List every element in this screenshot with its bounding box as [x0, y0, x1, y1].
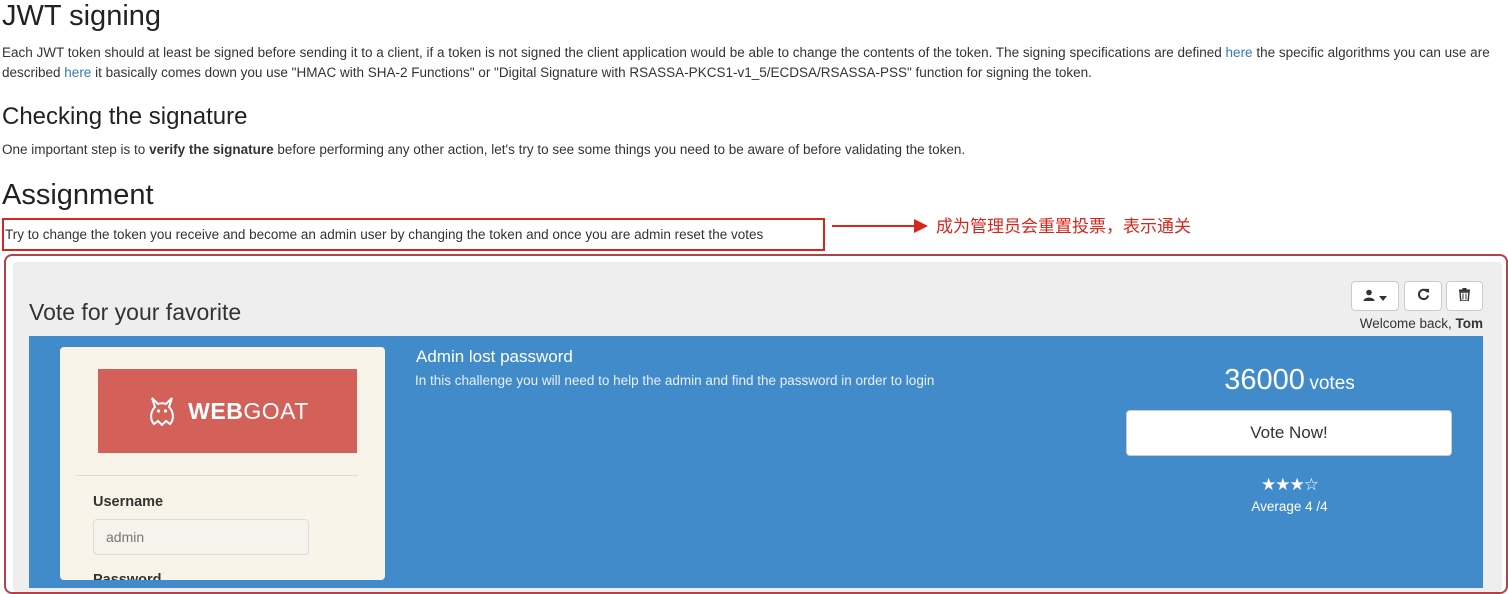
- refresh-icon: [1417, 288, 1430, 304]
- password-label-clip: Password: [60, 570, 385, 580]
- password-label: Password: [93, 572, 162, 580]
- welcome-message: Welcome back, Tom: [1359, 316, 1484, 331]
- user-menu-button[interactable]: [1351, 281, 1399, 311]
- checking-signature-paragraph: One important step is to verify the sign…: [2, 142, 966, 157]
- challenge-description: In this challenge you will need to help …: [415, 373, 935, 388]
- rating-stars[interactable]: ★★★☆: [1127, 475, 1452, 495]
- user-icon: [1363, 288, 1375, 304]
- username-label: Username: [93, 494, 164, 510]
- section-title-jwt-signing: JWT signing: [2, 0, 162, 32]
- vote-count-unit: votes: [1309, 373, 1355, 394]
- annotation-arrow-head: [914, 219, 928, 233]
- challenge-title: Admin lost password: [416, 347, 573, 366]
- vote-count-number: 36000: [1224, 364, 1305, 396]
- algorithms-link[interactable]: here: [64, 65, 91, 80]
- vote-count: 36000 votes: [1127, 364, 1452, 397]
- assignment-text: Try to change the token you receive and …: [5, 227, 764, 242]
- annotation-arrow-line: [832, 225, 920, 227]
- assignment-highlight-box: Try to change the token you receive and …: [2, 218, 825, 251]
- section-title-assignment: Assignment: [2, 179, 154, 211]
- current-user: Tom: [1455, 316, 1484, 331]
- webgoat-logo: WEB GOAT: [98, 369, 357, 453]
- caret-down-icon: [1379, 288, 1387, 304]
- vote-panel-title: Vote for your favorite: [29, 299, 242, 325]
- vote-now-button[interactable]: Vote Now!: [1126, 410, 1452, 456]
- section-title-checking-signature: Checking the signature: [2, 103, 248, 130]
- verify-signature-bold: verify the signature: [149, 142, 274, 157]
- average-rating: Average 4 /4: [1251, 499, 1328, 514]
- goat-icon: [146, 394, 178, 428]
- delete-button[interactable]: [1446, 281, 1483, 311]
- refresh-button[interactable]: [1404, 281, 1442, 311]
- jwt-signing-paragraph: Each JWT token should at least be signed…: [2, 45, 1490, 80]
- signing-spec-link[interactable]: here: [1226, 45, 1253, 60]
- annotation-note: 成为管理员会重置投票，表示通关: [936, 217, 1191, 237]
- trash-icon: [1459, 288, 1470, 304]
- username-field[interactable]: admin: [93, 519, 309, 555]
